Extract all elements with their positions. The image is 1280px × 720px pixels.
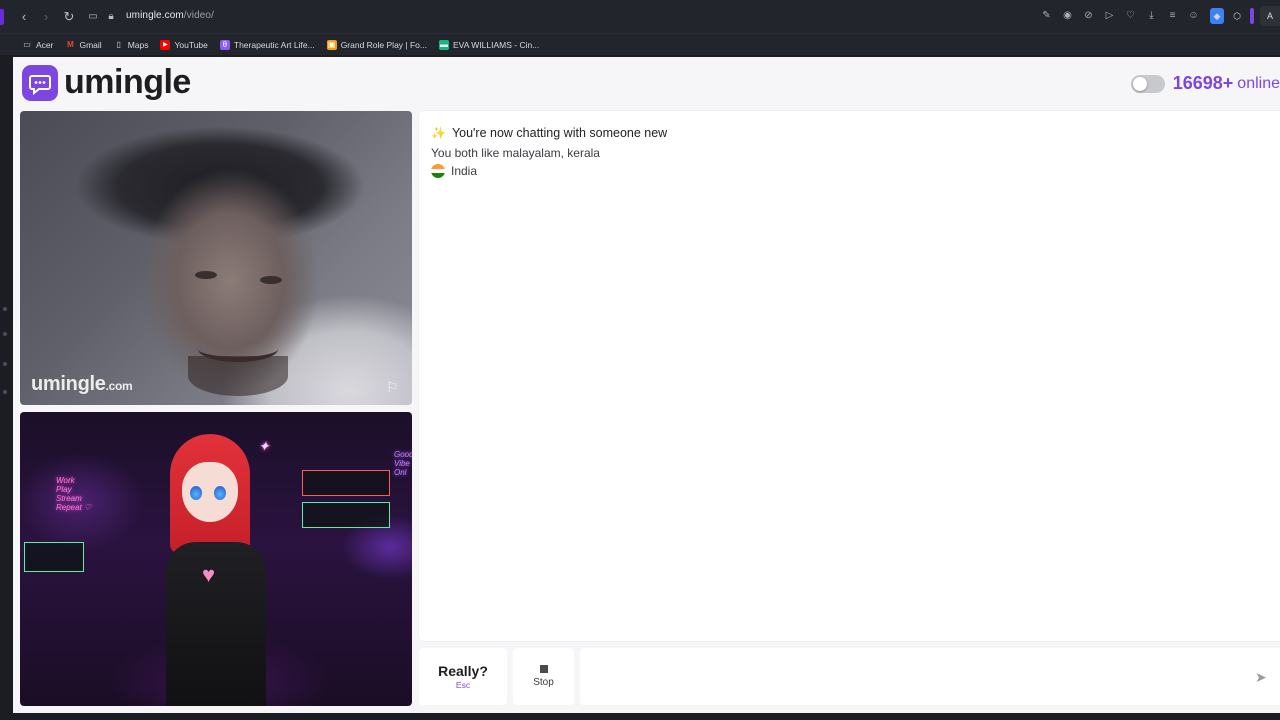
chat-country-message: India — [431, 164, 477, 178]
extension-indicator — [1250, 8, 1254, 24]
chat-interests-message: You both like malayalam, kerala — [431, 146, 600, 160]
download-icon[interactable]: ⤓ — [1145, 9, 1158, 23]
browser-side-rail — [0, 57, 13, 713]
url-host: umingle.com — [126, 10, 184, 21]
logo-text: umingle — [64, 63, 191, 101]
camera-icon[interactable]: ◉ — [1061, 9, 1074, 23]
extension-icon-1[interactable]: ◆ — [1210, 8, 1224, 24]
bookmark-youtube[interactable]: ▶ YouTube — [160, 39, 208, 50]
video-content — [188, 356, 288, 396]
lock-icon[interactable]: 🔒︎ — [103, 9, 119, 25]
video-content: ✦ — [258, 438, 270, 454]
back-button[interactable]: ‹ — [16, 9, 32, 25]
sidebar-accent — [0, 9, 4, 25]
bookmark-grand-role-play[interactable]: ▣ Grand Role Play | Fo... — [326, 39, 427, 50]
video-content: Work Play Stream Repeat ♡ — [56, 476, 92, 512]
tab-icon[interactable]: ▭ — [85, 9, 101, 25]
folder-icon: ▭ — [23, 39, 31, 49]
maps-icon: ▯ — [116, 39, 121, 49]
play-icon[interactable]: ▷ — [1103, 9, 1116, 23]
self-video: Work Play Stream Repeat ♡ Good Vibe Onl ✦ ♥ — [20, 412, 412, 706]
video-content — [302, 470, 390, 496]
stop-button[interactable]: Stop — [513, 648, 574, 705]
bookmark-acer[interactable]: ▭ Acer — [22, 40, 53, 50]
art-icon: θ — [219, 39, 230, 50]
bookmark-eva-williams[interactable]: ▬ EVA WILLIAMS - Cin... — [439, 39, 539, 50]
video-watermark: umingle.com — [31, 373, 133, 395]
youtube-icon: ▶ — [160, 39, 171, 50]
online-status: 16698+ online — [1130, 73, 1280, 94]
rail-dot[interactable] — [3, 307, 7, 311]
stop-button-label: Stop — [533, 677, 554, 688]
stranger-video[interactable]: umingle.com ⚐ — [20, 111, 412, 405]
shield-icon[interactable]: ⊘ — [1082, 9, 1095, 23]
theme-toggle[interactable] — [1130, 74, 1165, 93]
url-path: /video/ — [183, 10, 214, 21]
umingle-page: umingle 16698+ online umingle.com ⚐ Work… — [13, 57, 1280, 713]
skip-button-label: Really? — [438, 663, 488, 679]
message-input[interactable] — [580, 648, 1280, 705]
india-flag-icon — [431, 164, 445, 178]
video-content — [214, 486, 226, 500]
video-content — [190, 486, 202, 500]
chat-bubble-icon — [22, 64, 58, 101]
sidebar-toggle-icon[interactable]: A — [1260, 6, 1280, 26]
menu-icon[interactable]: ≡ — [1166, 9, 1179, 23]
skip-button-hint: Esc — [455, 680, 471, 690]
online-label: online — [1237, 74, 1280, 92]
video-content — [166, 542, 266, 706]
video-content — [198, 336, 278, 362]
rail-dot[interactable] — [3, 362, 7, 366]
report-flag-icon[interactable]: ⚐ — [386, 379, 402, 395]
reload-button[interactable]: ↻ — [61, 9, 77, 25]
toolbar-icons: ✎ ◉ ⊘ ▷ ♡ ⤓ ≡ ☺ — [1040, 9, 1200, 23]
bookmark-gmail[interactable]: M Gmail — [65, 39, 102, 50]
rail-dot[interactable] — [3, 390, 7, 394]
heart-icon[interactable]: ♡ — [1124, 9, 1137, 23]
grp-icon: ▣ — [326, 39, 337, 50]
extension-icons: ◆ ⬡ — [1210, 8, 1254, 24]
forward-button[interactable]: › — [38, 9, 54, 25]
extension-icon-2[interactable]: ⬡ — [1230, 8, 1244, 24]
video-content — [260, 276, 282, 284]
video-content: Good Vibe Onl — [394, 450, 412, 477]
eva-icon: ▬ — [439, 39, 449, 50]
gmail-icon: M — [67, 39, 74, 49]
site-logo[interactable]: umingle — [22, 63, 191, 102]
skip-button[interactable]: Really? Esc — [419, 648, 507, 705]
chat-log[interactable]: ✨ You're now chatting with someone new Y… — [419, 111, 1280, 641]
rail-dot[interactable] — [3, 332, 7, 336]
video-content — [302, 502, 390, 528]
sparkle-icon: ✨ — [431, 126, 446, 140]
bookmarks-bar: ▭ Acer M Gmail ▯ Maps ▶ YouTube θ Therapeutic… — [0, 33, 1280, 55]
profile-icon[interactable]: ☺ — [1187, 9, 1200, 23]
send-icon[interactable]: ➤ — [1255, 669, 1267, 686]
chat-status-message: ✨ You're now chatting with someone new — [431, 126, 668, 140]
bookmark-maps[interactable]: ▯ Maps — [114, 39, 148, 50]
online-count: 16698+ — [1172, 73, 1234, 93]
edit-icon[interactable]: ✎ — [1040, 9, 1053, 23]
video-content — [24, 542, 84, 572]
video-content: ♥ — [202, 562, 216, 587]
stop-icon — [539, 665, 548, 673]
bookmark-therapeutic-art[interactable]: θ Therapeutic Art Life... — [219, 39, 315, 50]
video-content — [195, 271, 217, 279]
address-bar[interactable]: umingle.com/video/ — [126, 10, 214, 21]
browser-toolbar: ‹ › ↻ ▭ 🔒︎ umingle.com/video/ ✎ ◉ ⊘ ▷ ♡ … — [0, 0, 1280, 33]
